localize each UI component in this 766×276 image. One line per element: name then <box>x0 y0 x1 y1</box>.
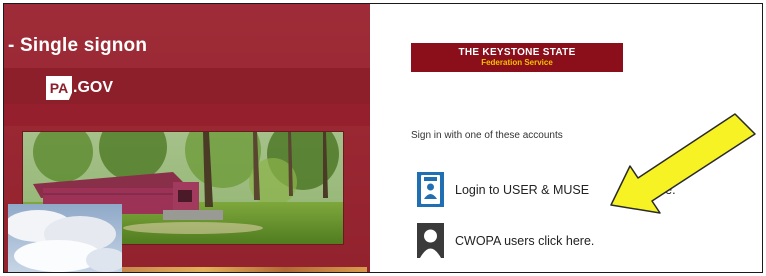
user-muse-login-label[interactable]: Login to USER & MUSE here. <box>455 183 676 197</box>
badge-icon <box>417 172 444 207</box>
federation-banner-subtitle: Federation Service <box>481 58 553 67</box>
pa-logo-suffix: .GOV <box>73 79 114 96</box>
user-muse-login-tail[interactable]: here. <box>647 183 676 197</box>
federation-banner-title: THE KEYSTONE STATE <box>458 47 576 58</box>
page-title: - Single signon <box>8 35 148 56</box>
sky-clouds-image <box>8 204 122 272</box>
clouds-illustration <box>8 204 122 272</box>
divider-band <box>4 104 370 126</box>
sign-in-prompt: Sign in with one of these accounts <box>411 130 563 141</box>
autumn-image-strip <box>122 267 367 272</box>
federation-banner: THE KEYSTONE STATE Federation Service <box>411 43 623 72</box>
user-muse-login-text[interactable]: Login to USER & MUSE <box>455 183 589 197</box>
left-brand-panel: - Single signon PA .GOV <box>4 4 370 272</box>
sign-in-panel: THE KEYSTONE STATE Federation Service Si… <box>370 4 762 272</box>
pa-gov-logo: PA .GOV <box>46 76 113 100</box>
user-muse-login-option[interactable]: Login to USER & MUSE here. <box>417 172 676 207</box>
cwopa-login-option[interactable]: CWOPA users click here. <box>417 223 594 258</box>
pa-logo-mark: PA <box>46 76 72 100</box>
login-page-frame: - Single signon PA .GOV THE KEYSTONE STA… <box>3 3 763 273</box>
person-silhouette-icon <box>417 223 444 258</box>
cwopa-login-label[interactable]: CWOPA users click here. <box>455 234 594 248</box>
